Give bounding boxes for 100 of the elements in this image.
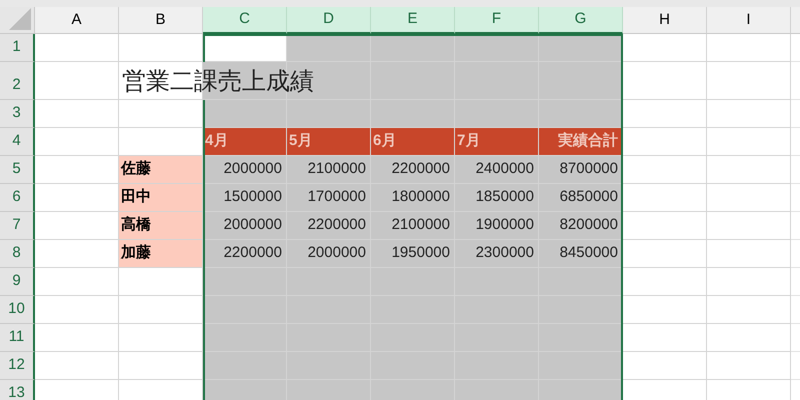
value-cell[interactable]: 8700000: [539, 156, 623, 184]
spreadsheet-cell[interactable]: [707, 62, 791, 100]
row-header[interactable]: 1: [0, 34, 35, 62]
spreadsheet-cell[interactable]: [203, 296, 287, 324]
spreadsheet-cell[interactable]: [35, 34, 119, 62]
spreadsheet-cell[interactable]: [35, 62, 119, 100]
spreadsheet-cell[interactable]: [707, 156, 791, 184]
spreadsheet-cell[interactable]: [623, 324, 707, 352]
spreadsheet-cell[interactable]: [119, 34, 203, 62]
spreadsheet-cell[interactable]: [623, 156, 707, 184]
row-header[interactable]: 2: [0, 62, 35, 100]
spreadsheet-cell[interactable]: [623, 100, 707, 128]
spreadsheet-cell[interactable]: [119, 352, 203, 380]
value-cell[interactable]: 2300000: [455, 240, 539, 268]
row-header[interactable]: 11: [0, 324, 35, 352]
value-cell[interactable]: 2200000: [371, 156, 455, 184]
column-header[interactable]: I: [707, 7, 791, 34]
spreadsheet-cell[interactable]: [35, 100, 119, 128]
spreadsheet-cell[interactable]: [623, 184, 707, 212]
select-all-corner[interactable]: [0, 7, 35, 34]
spreadsheet-cell[interactable]: [455, 34, 539, 62]
value-cell[interactable]: 2100000: [287, 156, 371, 184]
spreadsheet-cell[interactable]: [539, 268, 623, 296]
spreadsheet-cell[interactable]: [539, 34, 623, 62]
value-cell[interactable]: 1500000: [203, 184, 287, 212]
value-cell[interactable]: 1700000: [287, 184, 371, 212]
spreadsheet-cell[interactable]: [203, 268, 287, 296]
row-header[interactable]: 10: [0, 296, 35, 324]
spreadsheet-cell[interactable]: [35, 352, 119, 380]
value-cell[interactable]: 6850000: [539, 184, 623, 212]
spreadsheet-cell[interactable]: [119, 296, 203, 324]
value-cell[interactable]: 2200000: [203, 240, 287, 268]
value-cell[interactable]: 2400000: [455, 156, 539, 184]
spreadsheet-cell[interactable]: [707, 34, 791, 62]
value-cell[interactable]: 1950000: [371, 240, 455, 268]
column-header[interactable]: A: [35, 7, 119, 34]
spreadsheet-cell[interactable]: [203, 100, 287, 128]
column-header[interactable]: E: [371, 7, 455, 34]
column-header[interactable]: C: [203, 7, 287, 34]
column-header[interactable]: G: [539, 7, 623, 34]
value-cell[interactable]: 1800000: [371, 184, 455, 212]
spreadsheet-cell[interactable]: [119, 324, 203, 352]
spreadsheet-cell[interactable]: [539, 380, 623, 400]
spreadsheet-cell[interactable]: [539, 100, 623, 128]
spreadsheet-cell[interactable]: [707, 100, 791, 128]
spreadsheet-cell[interactable]: [707, 324, 791, 352]
spreadsheet-cell[interactable]: [203, 380, 287, 400]
spreadsheet-cell[interactable]: [287, 100, 371, 128]
spreadsheet-cell[interactable]: [623, 62, 707, 100]
spreadsheet-cell[interactable]: [35, 240, 119, 268]
spreadsheet-cell[interactable]: [707, 268, 791, 296]
spreadsheet-cell[interactable]: [35, 184, 119, 212]
spreadsheet-cell[interactable]: [455, 100, 539, 128]
spreadsheet-cell[interactable]: [287, 34, 371, 62]
spreadsheet-cell[interactable]: [119, 268, 203, 296]
row-header[interactable]: 8: [0, 240, 35, 268]
spreadsheet-cell[interactable]: [623, 268, 707, 296]
spreadsheet-cell[interactable]: [707, 296, 791, 324]
column-header[interactable]: F: [455, 7, 539, 34]
value-cell[interactable]: 2200000: [287, 212, 371, 240]
value-cell[interactable]: 1850000: [455, 184, 539, 212]
name-cell[interactable]: 佐藤: [119, 156, 203, 184]
spreadsheet-cell[interactable]: [623, 128, 707, 156]
spreadsheet-cell[interactable]: [707, 212, 791, 240]
value-cell[interactable]: 2000000: [203, 212, 287, 240]
row-header[interactable]: 7: [0, 212, 35, 240]
spreadsheet-cell[interactable]: [35, 156, 119, 184]
column-header[interactable]: D: [287, 7, 371, 34]
value-cell[interactable]: 8450000: [539, 240, 623, 268]
spreadsheet-cell[interactable]: [623, 352, 707, 380]
name-cell[interactable]: 加藤: [119, 240, 203, 268]
spreadsheet-cell[interactable]: [707, 128, 791, 156]
spreadsheet-cell[interactable]: [35, 268, 119, 296]
row-header[interactable]: 4: [0, 128, 35, 156]
spreadsheet-cell[interactable]: [623, 240, 707, 268]
spreadsheet-cell[interactable]: [623, 296, 707, 324]
spreadsheet-cell[interactable]: [35, 296, 119, 324]
row-header[interactable]: 3: [0, 100, 35, 128]
row-header[interactable]: 9: [0, 268, 35, 296]
value-cell[interactable]: 8200000: [539, 212, 623, 240]
spreadsheet-cell[interactable]: [203, 324, 287, 352]
spreadsheet-cell[interactable]: [707, 184, 791, 212]
row-header[interactable]: 6: [0, 184, 35, 212]
spreadsheet-cell[interactable]: [203, 34, 287, 62]
spreadsheet-cell[interactable]: [35, 212, 119, 240]
spreadsheet-cell[interactable]: [35, 324, 119, 352]
spreadsheet-cell[interactable]: [539, 324, 623, 352]
spreadsheet-cell[interactable]: [203, 352, 287, 380]
value-cell[interactable]: 1900000: [455, 212, 539, 240]
spreadsheet-cell[interactable]: [539, 296, 623, 324]
row-header[interactable]: 5: [0, 156, 35, 184]
value-cell[interactable]: 2100000: [371, 212, 455, 240]
title-cell[interactable]: 営業二課売上成績: [119, 62, 371, 100]
column-header[interactable]: B: [119, 7, 203, 34]
spreadsheet-cell[interactable]: [371, 34, 455, 62]
spreadsheet-cell[interactable]: [623, 34, 707, 62]
value-cell[interactable]: 2000000: [287, 240, 371, 268]
row-header[interactable]: 12: [0, 352, 35, 380]
spreadsheet-cell[interactable]: [539, 352, 623, 380]
spreadsheet-cell[interactable]: [35, 128, 119, 156]
